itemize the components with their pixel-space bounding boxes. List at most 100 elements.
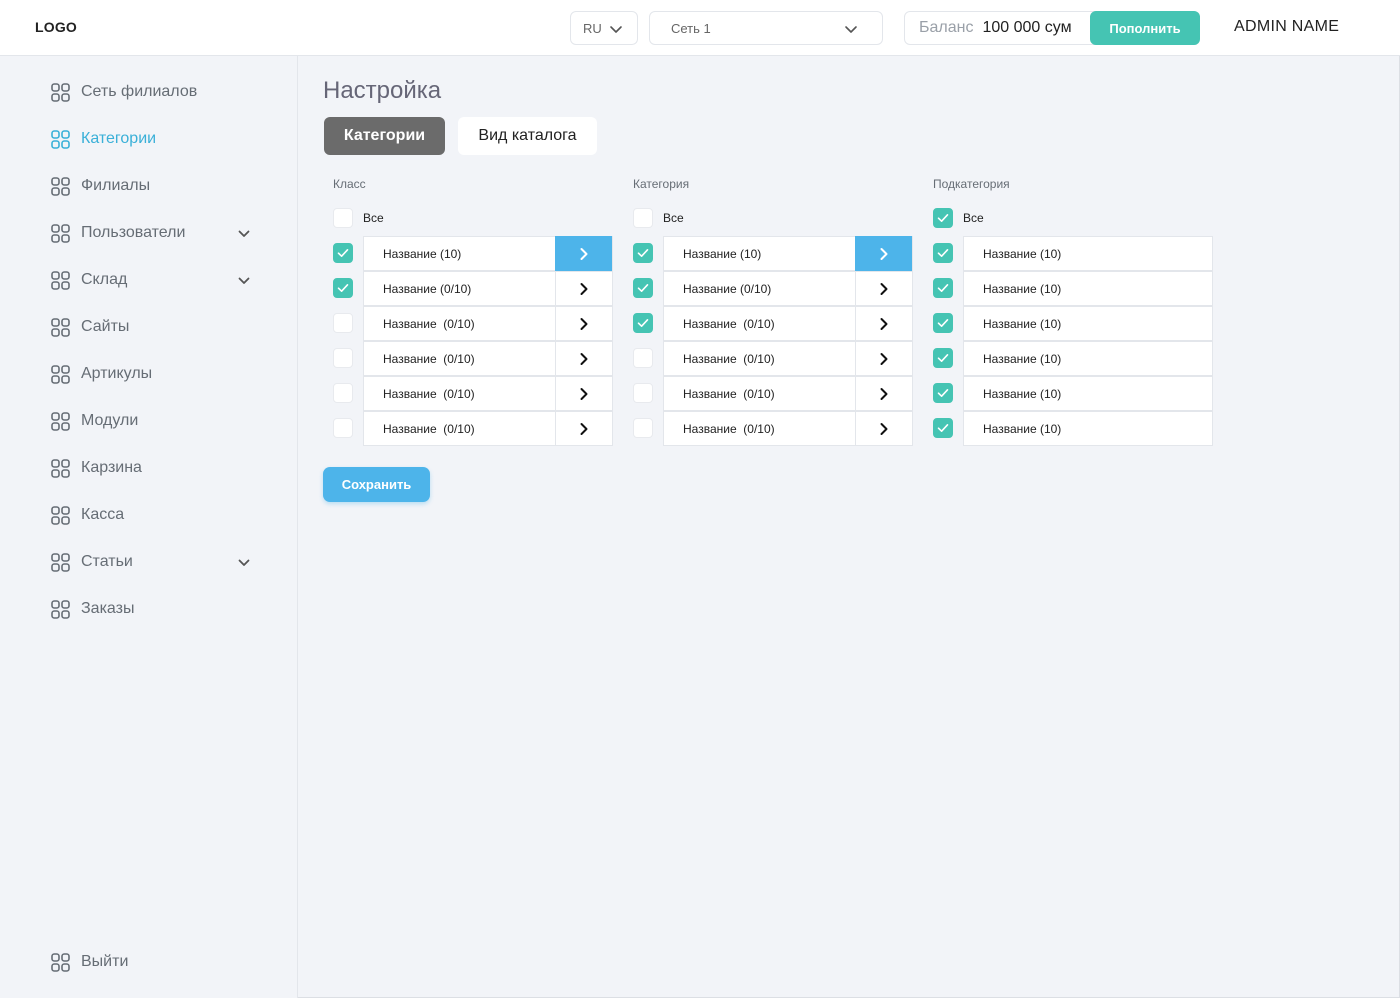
sidebar-item[interactable]: Сайты [51, 315, 261, 339]
open-subitems-button[interactable] [555, 236, 612, 271]
open-subitems-button[interactable] [855, 271, 912, 306]
chevron-right-icon [580, 352, 588, 365]
chevron-right-icon [880, 247, 888, 260]
list-item: Название (0/10) [333, 376, 613, 411]
open-subitems-button[interactable] [855, 341, 912, 376]
column-title: Подкатегория [933, 177, 1010, 191]
item-cell[interactable]: Название (10) [663, 236, 913, 271]
open-subitems-button[interactable] [555, 341, 612, 376]
sidebar-item[interactable]: Карзина [51, 456, 261, 480]
admin-name[interactable]: ADMIN NAME [1234, 18, 1339, 36]
select-all-checkbox[interactable] [933, 208, 953, 228]
sidebar-item[interactable]: Категории [51, 127, 261, 151]
grid-icon [51, 270, 70, 290]
logout-button[interactable]: Выйти [51, 950, 261, 974]
tab-categories[interactable]: Категории [324, 117, 445, 155]
check-icon [937, 319, 949, 327]
sidebar-item[interactable]: Филиалы [51, 174, 261, 198]
grid-icon [51, 129, 70, 149]
sidebar-item-label: Касса [81, 506, 125, 523]
check-icon [637, 319, 649, 327]
open-subitems-button[interactable] [555, 271, 612, 306]
save-button[interactable]: Сохранить [323, 467, 430, 502]
open-subitems-button[interactable] [555, 411, 612, 446]
item-label: Название (0/10) [383, 421, 475, 436]
top-header: LOGO RU Сеть 1 Баланс 100 000 сум Пополн… [0, 0, 1400, 56]
item-cell[interactable]: Название (0/10) [663, 376, 913, 411]
balance-label: Баланс [919, 19, 974, 36]
chevron-down-icon [610, 26, 622, 33]
item-checkbox[interactable] [933, 348, 953, 368]
item-cell[interactable]: Название (0/10) [363, 376, 613, 411]
item-cell[interactable]: Название (10) [963, 376, 1213, 411]
item-label: Название (10) [383, 246, 462, 261]
select-all-row: Все [633, 208, 684, 228]
item-cell[interactable]: Название (10) [963, 341, 1213, 376]
item-cell[interactable]: Название (0/10) [363, 271, 613, 306]
chevron-down-icon[interactable] [237, 556, 251, 570]
item-cell[interactable]: Название (10) [963, 306, 1213, 341]
item-cell[interactable]: Название (0/10) [363, 341, 613, 376]
chevron-right-icon [880, 422, 888, 435]
item-cell[interactable]: Название (0/10) [663, 341, 913, 376]
item-cell[interactable]: Название (0/10) [663, 271, 913, 306]
item-checkbox[interactable] [333, 313, 353, 333]
open-subitems-button[interactable] [855, 376, 912, 411]
list-item: Название (10) [933, 376, 1213, 411]
sidebar-item[interactable]: Сеть филиалов [51, 80, 261, 104]
item-checkbox[interactable] [333, 243, 353, 263]
check-icon [637, 284, 649, 292]
item-checkbox[interactable] [333, 418, 353, 438]
open-subitems-button[interactable] [855, 306, 912, 341]
item-checkbox[interactable] [333, 348, 353, 368]
chevron-down-icon[interactable] [237, 274, 251, 288]
open-subitems-button[interactable] [855, 411, 912, 446]
grid-icon [51, 411, 70, 431]
item-cell[interactable]: Название (0/10) [363, 411, 613, 446]
item-cell[interactable]: Название (0/10) [663, 411, 913, 446]
sidebar-item[interactable]: Модули [51, 409, 261, 433]
select-all-label: Все [963, 211, 984, 225]
item-checkbox[interactable] [933, 243, 953, 263]
tab-catalog-view[interactable]: Вид каталога [458, 117, 597, 155]
topup-button[interactable]: Пополнить [1090, 11, 1200, 45]
sidebar-item[interactable]: Артикулы [51, 362, 261, 386]
open-subitems-button[interactable] [555, 306, 612, 341]
sidebar-item[interactable]: Пользователи [51, 221, 261, 245]
item-checkbox[interactable] [633, 383, 653, 403]
list-item: Название (0/10) [333, 271, 613, 306]
item-cell[interactable]: Название (10) [963, 411, 1213, 446]
network-select[interactable]: Сеть 1 [649, 11, 883, 45]
check-icon [337, 249, 349, 257]
sidebar-item[interactable]: Заказы [51, 597, 261, 621]
sidebar-item[interactable]: Касса [51, 503, 261, 527]
list-item: Название (0/10) [633, 341, 913, 376]
sidebar-item[interactable]: Статьи [51, 550, 261, 574]
item-checkbox[interactable] [633, 243, 653, 263]
item-cell[interactable]: Название (10) [363, 236, 613, 271]
item-cell[interactable]: Название (10) [963, 236, 1213, 271]
item-checkbox[interactable] [633, 278, 653, 298]
select-all-checkbox[interactable] [333, 208, 353, 228]
open-subitems-button[interactable] [855, 236, 912, 271]
item-cell[interactable]: Название (10) [963, 271, 1213, 306]
item-checkbox[interactable] [633, 418, 653, 438]
open-subitems-button[interactable] [555, 376, 612, 411]
item-label: Название (10) [983, 351, 1062, 366]
sidebar-item[interactable]: Склад [51, 268, 261, 292]
item-checkbox[interactable] [633, 348, 653, 368]
item-label: Название (0/10) [683, 351, 775, 366]
item-checkbox[interactable] [633, 313, 653, 333]
language-select[interactable]: RU [570, 11, 638, 45]
item-checkbox[interactable] [933, 278, 953, 298]
chevron-down-icon[interactable] [237, 227, 251, 241]
item-checkbox[interactable] [933, 313, 953, 333]
check-icon [637, 249, 649, 257]
item-checkbox[interactable] [933, 418, 953, 438]
item-checkbox[interactable] [933, 383, 953, 403]
item-cell[interactable]: Название (0/10) [363, 306, 613, 341]
item-checkbox[interactable] [333, 383, 353, 403]
item-cell[interactable]: Название (0/10) [663, 306, 913, 341]
select-all-checkbox[interactable] [633, 208, 653, 228]
item-checkbox[interactable] [333, 278, 353, 298]
